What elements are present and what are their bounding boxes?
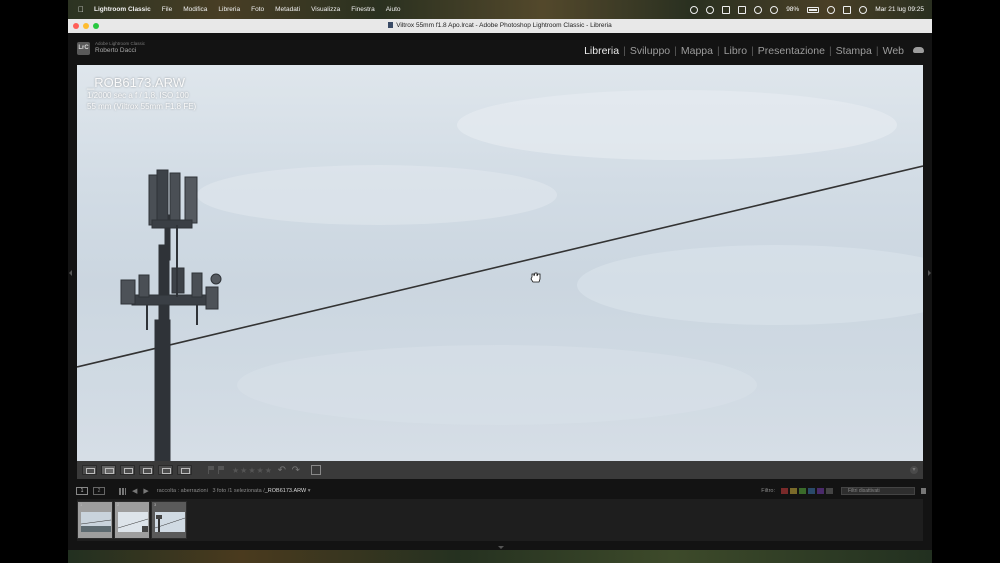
source-collection: raccolta : aberrazioni <box>156 488 208 494</box>
filter-swatch-yellow[interactable] <box>790 488 797 494</box>
left-panel-toggle-icon[interactable] <box>69 270 72 276</box>
filter-swatch-purple[interactable] <box>817 488 824 494</box>
menu-foto[interactable]: Foto <box>251 6 264 13</box>
cloud-sync-icon[interactable] <box>913 47 924 53</box>
filmstrip-thumbnail[interactable]: 3 <box>151 501 187 539</box>
window-titlebar: Viltrox 55mm f1.8 Apo.lrcat - Adobe Phot… <box>68 19 932 33</box>
filter-swatch-blue[interactable] <box>808 488 815 494</box>
control-center-icon[interactable] <box>843 5 852 14</box>
thumbnail-image <box>81 512 111 532</box>
compare-view-button[interactable] <box>120 465 135 475</box>
keyboard-icon[interactable] <box>738 5 747 14</box>
menu-aiuto[interactable]: Aiuto <box>386 6 401 13</box>
filmstrip: 1 2 3 <box>77 499 923 541</box>
source-path[interactable]: raccolta : aberrazioni 3 foto /1 selezio… <box>157 488 311 494</box>
secondary-window-button[interactable]: 2 <box>93 487 105 495</box>
menu-modifica[interactable]: Modifica <box>183 6 207 13</box>
thumbnail-number: 2 <box>117 502 120 507</box>
filmstrip-thumbnail[interactable]: 1 <box>77 501 113 539</box>
thumbnail-number: 1 <box>80 502 83 507</box>
menu-metadati[interactable]: Metadati <box>275 6 300 13</box>
menu-finestra[interactable]: Finestra <box>351 6 374 13</box>
catalog-doc-icon <box>388 22 394 28</box>
menu-bar:  Lightroom Classic File Modifica Librer… <box>68 0 932 19</box>
photo <box>77 90 923 461</box>
overlay-filename: _ROB6173.ARW <box>87 75 186 90</box>
loupe-view-button[interactable] <box>101 465 116 475</box>
people-view-button[interactable] <box>158 465 173 475</box>
bluetooth-icon[interactable] <box>770 5 779 14</box>
thumbnail-image <box>118 512 148 532</box>
toolbar-content-menu-icon[interactable]: ▾ <box>910 466 918 474</box>
flag-pick-icon[interactable] <box>208 466 214 474</box>
identity-plate: LrC Adobe Lightroom Classic Roberto Dacc… <box>77 41 145 55</box>
overlay-lens: 55 mm (Viltrox 55mm F1.8 FE) <box>87 102 197 111</box>
grid-view-button[interactable] <box>82 465 97 475</box>
spotlight-search-icon[interactable] <box>827 5 836 14</box>
right-panel-toggle-icon[interactable] <box>928 270 931 276</box>
module-web[interactable]: Web <box>879 45 908 57</box>
module-libro[interactable]: Libro <box>720 45 751 57</box>
battery-percent: 98% <box>786 6 800 13</box>
creative-cloud-icon[interactable] <box>706 5 715 14</box>
flag-reject-icon[interactable] <box>218 466 224 474</box>
desktop:  Lightroom Classic File Modifica Librer… <box>0 0 1000 563</box>
back-arrow-icon[interactable]: ◀ <box>132 487 137 495</box>
menu-app[interactable]: Lightroom Classic <box>94 6 151 13</box>
slideshow-button[interactable] <box>177 465 192 475</box>
filter-swatch-gray[interactable] <box>826 488 833 494</box>
identity-user: Roberto Dacci <box>95 47 137 54</box>
survey-view-button[interactable] <box>139 465 154 475</box>
rating-stars[interactable]: ★★★★★ <box>232 466 273 475</box>
loupe-view[interactable]: _ROB6173.ARW 1/2000 sec a f / 1,8, ISO 1… <box>77 65 923 461</box>
filter-swatch-red[interactable] <box>781 488 788 494</box>
window-title-wrap: Viltrox 55mm f1.8 Apo.lrcat - Adobe Phot… <box>68 19 932 33</box>
rotate-left-icon[interactable]: ↶ <box>277 465 287 476</box>
filter-area: Filtro: Filtri disattivati <box>761 487 932 495</box>
cell-tower <box>120 169 222 461</box>
record-icon[interactable] <box>690 5 699 14</box>
filter-swatch-green[interactable] <box>799 488 806 494</box>
status-area: 98% Mar 21 lug 09:25 <box>690 5 932 14</box>
filter-select[interactable]: Filtri disattivati <box>841 487 915 495</box>
menu-file[interactable]: File <box>162 6 172 13</box>
overlay-exposure: 1/2000 sec a f / 1,8, ISO 100 <box>87 91 189 100</box>
lrc-logo-icon: LrC <box>77 41 90 55</box>
selected-filename: _ROB6173.ARW <box>264 488 307 494</box>
filter-label: Filtro: <box>761 488 775 494</box>
filmstrip-toggle-icon[interactable] <box>498 546 504 549</box>
menu-visualizza[interactable]: Visualizza <box>311 6 340 13</box>
battery-icon[interactable] <box>807 6 820 13</box>
window-title: Viltrox 55mm f1.8 Apo.lrcat - Adobe Phot… <box>396 22 612 29</box>
toolbar: ★★★★★ ↶ ↷ ▾ <box>77 461 923 479</box>
thumbnail-number: 3 <box>154 502 157 507</box>
apple-menu-icon[interactable]:  <box>76 5 86 15</box>
info-overlay: _ROB6173.ARW 1/2000 sec a f / 1,8, ISO 1… <box>87 75 196 112</box>
photo-count: 3 foto /1 selezionata / <box>212 488 265 494</box>
filmstrip-header: 1 2 ◀ ▶ raccolta : aberrazioni 3 foto /1… <box>68 484 932 498</box>
main-window-button[interactable]: 1 <box>76 487 88 495</box>
hand-cursor-icon <box>530 272 541 283</box>
filmstrip-thumbnail[interactable]: 2 <box>114 501 150 539</box>
grid-icon[interactable] <box>119 487 126 495</box>
wifi-icon[interactable] <box>754 5 763 14</box>
thumbnail-image <box>155 512 185 532</box>
siri-icon[interactable] <box>859 5 868 14</box>
display-icon[interactable] <box>722 5 731 14</box>
menu-libreria[interactable]: Libreria <box>218 6 240 13</box>
wallpaper-bottom <box>68 550 932 563</box>
lightroom-window: Viltrox 55mm f1.8 Apo.lrcat - Adobe Phot… <box>68 19 932 550</box>
module-presentazione[interactable]: Presentazione <box>754 45 829 57</box>
rotate-right-icon[interactable]: ↷ <box>291 465 301 476</box>
module-sviluppo[interactable]: Sviluppo <box>626 45 674 57</box>
crop-icon[interactable] <box>310 465 321 475</box>
module-stampa[interactable]: Stampa <box>832 45 876 57</box>
filter-lock-icon[interactable] <box>921 488 926 494</box>
module-picker: Libreria | Sviluppo | Mappa | Libro | Presen… <box>580 45 924 57</box>
module-libreria[interactable]: Libreria <box>580 45 623 57</box>
menu-clock[interactable]: Mar 21 lug 09:25 <box>875 6 924 13</box>
module-mappa[interactable]: Mappa <box>677 45 717 57</box>
forward-arrow-icon[interactable]: ▶ <box>143 487 148 495</box>
